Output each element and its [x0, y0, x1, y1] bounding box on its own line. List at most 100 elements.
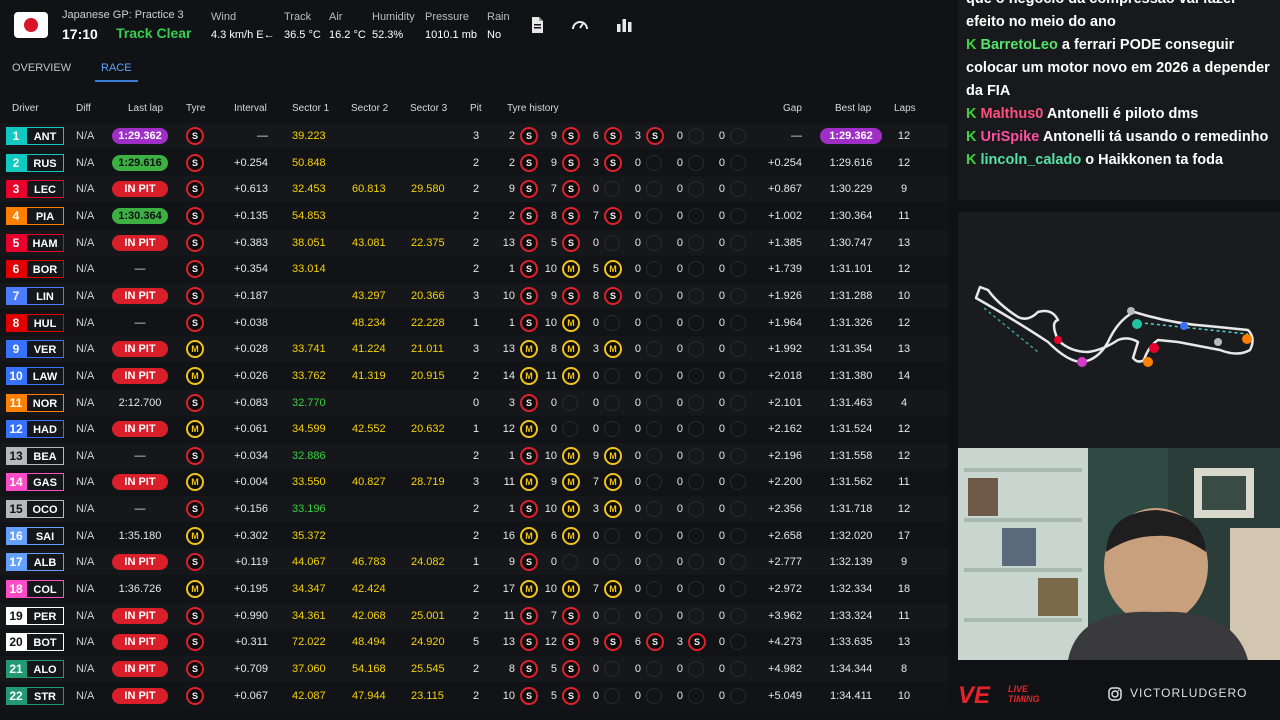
driver-row[interactable]: 12 HAD N/A IN PIT M +0.061 34.599 42.552 20.632 1… — [0, 416, 948, 443]
driver-code[interactable]: HAM — [26, 233, 64, 252]
driver-code[interactable]: COL — [26, 580, 64, 599]
driver-row[interactable]: 11 NOR N/A 2:12.700 S +0.083 32.770 0 3 S 0 0 0 0 0 +2.… — [0, 389, 948, 416]
best-lap: 1:30.364 — [829, 209, 873, 222]
current-tyre-icon: S — [186, 260, 204, 279]
tab-overview[interactable]: OVERVIEW — [12, 62, 71, 74]
driver-row[interactable]: 17 ALB N/A IN PIT S +0.119 44.067 46.783 24.082 1… — [0, 549, 948, 576]
stint-laps: 3 — [634, 130, 641, 142]
driver-code[interactable]: LIN — [26, 286, 64, 305]
driver-row[interactable]: 2 RUS N/A 1:29.616 S +0.254 50.848 2 2 S 9 S 3 S 0 0 0 +0… — [0, 149, 948, 176]
col-last-lap[interactable]: Last lap — [128, 103, 163, 114]
bar-chart-icon[interactable] — [615, 16, 633, 34]
position-number: 15 — [6, 500, 26, 519]
weather-pressure: Pressure 1010.1 mb — [425, 11, 477, 41]
driver-row[interactable]: 9 VER N/A IN PIT M +0.028 33.741 41.224 21.011 3 1… — [0, 336, 948, 363]
col-gap[interactable]: Gap — [783, 103, 802, 114]
col-best-lap[interactable]: Best lap — [835, 103, 871, 114]
driver-row[interactable]: 13 BEA N/A — S +0.034 32.886 2 1 S 10 M 9 M 0 0 0 +2.196 1… — [0, 442, 948, 469]
col-sector-2[interactable]: Sector 2 — [351, 103, 388, 114]
sector-2-time: 40.827 — [352, 476, 386, 489]
diff-value: N/A — [76, 316, 95, 329]
sector-1-time: 33.196 — [292, 503, 326, 516]
driver-row[interactable]: 8 HUL N/A — S +0.038 48.234 22.228 1 1 S 10 M 0 0 0 0 +1.… — [0, 309, 948, 336]
stint-tyre-icon: S — [604, 153, 622, 172]
driver-code[interactable]: NOR — [26, 393, 64, 412]
driver-code[interactable]: RUS — [26, 153, 64, 172]
diff-value: N/A — [76, 529, 95, 542]
stint-laps: 0 — [676, 529, 683, 542]
session-header: Japanese GP: Practice 3 17:10 Track Clea… — [0, 0, 950, 48]
stint-laps: 5 — [550, 663, 557, 675]
interval-value: +0.302 — [234, 529, 268, 542]
col-sector-1[interactable]: Sector 1 — [292, 103, 329, 114]
diff-value: N/A — [76, 396, 95, 409]
chat-username[interactable]: UriSpike — [980, 129, 1039, 145]
driver-code[interactable]: OCO — [26, 500, 64, 519]
driver-row[interactable]: 16 SAI N/A 1:35.180 M +0.302 35.372 2 16 M 6 M 0 0 0 0 +… — [0, 522, 948, 549]
driver-code[interactable]: ALB — [26, 553, 64, 572]
stint-laps: 0 — [634, 529, 641, 542]
driver-code[interactable]: LAW — [26, 366, 64, 385]
col-tyre-history[interactable]: Tyre history — [507, 103, 559, 114]
driver-row[interactable]: 1 ANT N/A 1:29.362 S —39.223 3 2 S 9 S 6 S 3 S 0 0—1:29.… — [0, 123, 948, 149]
stint-tyre-icon: M — [520, 473, 538, 492]
diff-value: N/A — [76, 369, 95, 382]
driver-row[interactable]: 10 LAW N/A IN PIT M +0.026 33.762 41.319 20.915 2… — [0, 362, 948, 389]
chat-username[interactable]: Malthus0 — [980, 106, 1043, 122]
driver-row[interactable]: 7 LIN N/A IN PIT S +0.187 43.297 20.366 3 10 S 9 S 8 S… — [0, 282, 948, 309]
driver-row[interactable]: 19 PER N/A IN PIT S +0.990 34.361 42.068 25.001 2… — [0, 602, 948, 629]
stint-tyre-icon: S — [604, 206, 622, 225]
stint-laps: 0 — [718, 423, 725, 436]
lap-count: 18 — [897, 583, 911, 596]
col-laps[interactable]: Laps — [894, 103, 916, 114]
col-diff[interactable]: Diff — [76, 103, 91, 114]
col-tyre[interactable]: Tyre — [186, 103, 205, 114]
driver-row[interactable]: 4 PIA N/A 1:30.364 S +0.135 54.853 2 2 S 8 S 7 S 0 0 0 +1… — [0, 202, 948, 229]
col-driver[interactable]: Driver — [12, 103, 39, 114]
col-pit[interactable]: Pit — [470, 103, 482, 114]
stint-laps: 8 — [550, 209, 557, 222]
driver-row[interactable]: 14 GAS N/A IN PIT M +0.004 33.550 40.827 28.719 3… — [0, 469, 948, 496]
stint-tyre-icon: S — [520, 660, 538, 678]
stint-laps: 0 — [634, 449, 641, 462]
current-tyre-icon: S — [186, 313, 204, 332]
chat-message: K UriSpike Antonelli tá usando o remedinh… — [966, 126, 1272, 149]
speedometer-icon[interactable] — [571, 16, 589, 34]
driver-row[interactable]: 3 LEC N/A IN PIT S +0.613 32.453 60.813 29.580 2 9… — [0, 176, 948, 203]
empty-stint-icon — [730, 421, 746, 438]
chat-username[interactable]: lincoln_calado — [980, 152, 1081, 168]
driver-code[interactable]: ALO — [26, 660, 64, 678]
driver-code[interactable]: PIA — [26, 206, 64, 225]
driver-code[interactable]: STR — [26, 686, 64, 705]
chat-username[interactable]: BarretoLeo — [980, 37, 1057, 53]
driver-code[interactable]: VER — [26, 340, 64, 359]
stint-laps: 9 — [550, 156, 557, 169]
driver-row[interactable]: 20 BOT N/A IN PIT S +0.311 72.022 48.494 24.920 5… — [0, 629, 948, 656]
chat-message: K Malthus0 Antonelli é piloto dms — [966, 103, 1272, 126]
last-lap: IN PIT — [112, 607, 168, 624]
driver-code[interactable]: BOT — [26, 633, 64, 652]
empty-stint-icon — [688, 421, 704, 438]
driver-code[interactable]: LEC — [26, 180, 64, 199]
chat-message: Klincoln_calado o Haikkonen ta foda — [966, 149, 1272, 172]
driver-code[interactable]: ANT — [26, 127, 64, 145]
col-interval[interactable]: Interval — [234, 103, 267, 114]
document-icon[interactable] — [528, 16, 546, 34]
driver-code[interactable]: BOR — [26, 260, 64, 279]
driver-row[interactable]: 6 BOR N/A — S +0.354 33.014 2 1 S 10 M 5 M 0 0 0 +1.739 1:… — [0, 256, 948, 283]
best-lap: 1:29.362 — [820, 128, 882, 144]
tab-race[interactable]: RACE — [95, 62, 138, 82]
driver-code[interactable]: SAI — [26, 526, 64, 545]
driver-code[interactable]: PER — [26, 606, 64, 625]
driver-code[interactable]: BEA — [26, 446, 64, 465]
driver-row[interactable]: 15 OCO N/A — S +0.156 33.196 2 1 S 10 M 3 M 0 0 0 +2.356 1… — [0, 496, 948, 523]
driver-code[interactable]: HAD — [26, 420, 64, 439]
driver-row[interactable]: 5 HAM N/A IN PIT S +0.383 38.051 43.081 22.375 2 1… — [0, 229, 948, 256]
driver-row[interactable]: 21 ALO N/A IN PIT S +0.709 37.060 54.168 25.545 2… — [0, 656, 948, 682]
driver-code[interactable]: HUL — [26, 313, 64, 332]
driver-code[interactable]: GAS — [26, 473, 64, 492]
col-sector-3[interactable]: Sector 3 — [410, 103, 447, 114]
driver-row[interactable]: 18 COL N/A 1:36.726 M +0.195 34.347 42.424 2 17 M 1… — [0, 576, 948, 603]
driver-row[interactable]: 22 STR N/A IN PIT S +0.067 42.087 47.944 23.115 2… — [0, 682, 948, 709]
stint-laps: 5 — [592, 263, 599, 276]
